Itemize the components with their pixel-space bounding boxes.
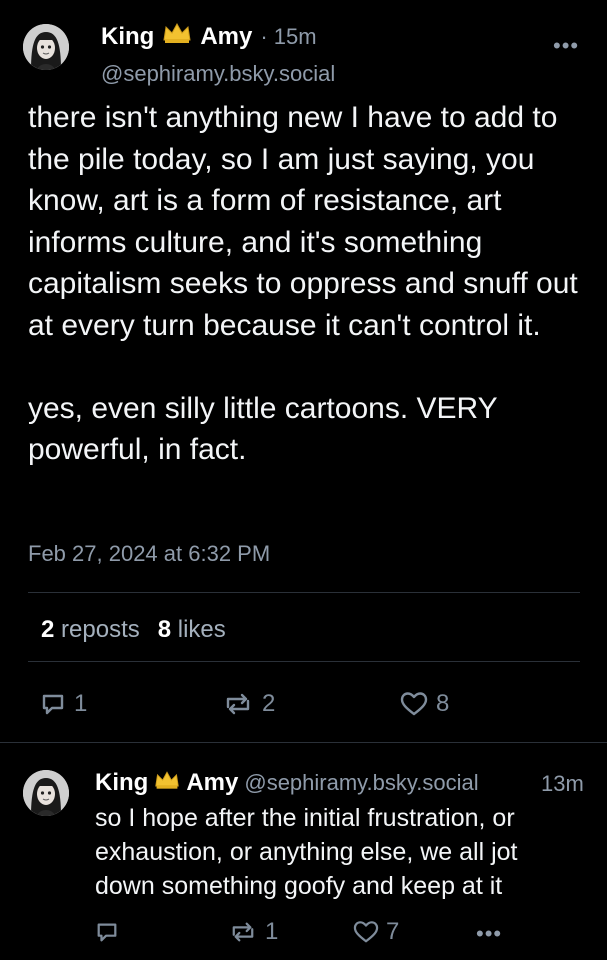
reply-author-handle[interactable]: @sephiramy.bsky.social	[244, 770, 478, 796]
more-icon[interactable]: •••	[553, 33, 579, 59]
author-first-name[interactable]: King	[101, 23, 154, 51]
divider	[28, 661, 580, 662]
reposts-stat[interactable]: 2 reposts	[41, 616, 140, 644]
reply-icon	[95, 920, 119, 944]
post-date: Feb 27, 2024 at 6:32 PM	[28, 541, 271, 566]
post-text: there isn't anything new I have to add t…	[28, 101, 578, 466]
reply-count: 1	[74, 690, 88, 717]
reply-avatar[interactable]	[23, 770, 69, 816]
reply-reply-button[interactable]	[95, 920, 119, 944]
likes-count: 8	[157, 616, 172, 643]
reply-repost-button[interactable]: 1	[228, 918, 278, 946]
likes-stat[interactable]: 8 likes	[158, 616, 226, 644]
reposts-count: 2	[41, 616, 55, 643]
reply-repost-count: 1	[265, 918, 279, 945]
repost-icon	[228, 920, 258, 944]
reply-text: so I hope after the initial frustration,…	[95, 804, 518, 900]
like-icon	[353, 920, 379, 944]
author-last-name[interactable]: Amy	[200, 23, 252, 51]
author-handle[interactable]: @sephiramy.bsky.social	[101, 61, 335, 87]
like-icon	[400, 691, 428, 717]
reply-like-button[interactable]: 7	[353, 918, 399, 946]
divider	[28, 592, 580, 593]
likes-label: likes	[177, 616, 226, 643]
repost-count: 2	[262, 690, 276, 717]
reply-button[interactable]: 1	[40, 690, 87, 718]
thread-divider	[0, 742, 607, 743]
reply-author-last-name[interactable]: Amy	[186, 769, 238, 797]
crown-icon	[154, 770, 180, 796]
repost-button[interactable]: 2	[222, 690, 275, 718]
avatar[interactable]	[23, 24, 69, 70]
reply-like-count: 7	[386, 918, 400, 945]
more-icon[interactable]: •••	[476, 921, 502, 947]
like-count: 8	[436, 690, 450, 717]
reply-time: 13m	[541, 771, 584, 796]
reply-icon	[40, 691, 66, 717]
reply-author-first-name[interactable]: King	[95, 769, 148, 797]
reposts-label: reposts	[61, 616, 140, 643]
repost-icon	[222, 691, 254, 717]
crown-icon	[162, 22, 192, 50]
post-time: · 15m	[260, 24, 317, 49]
like-button[interactable]: 8	[400, 690, 449, 718]
